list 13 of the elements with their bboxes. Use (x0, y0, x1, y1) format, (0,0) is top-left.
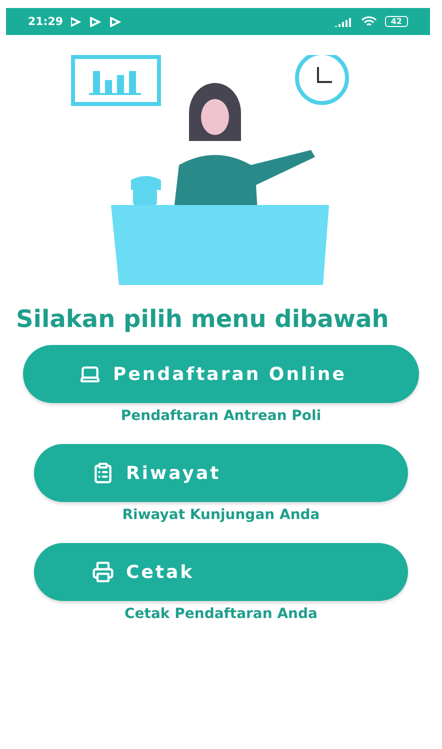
menu-heading: Silakan pilih menu dibawah (15, 305, 389, 333)
status-time: 21:29 (28, 15, 64, 28)
menu-caption: Cetak Pendaftaran Anda (124, 606, 318, 622)
clipboard-icon (92, 462, 114, 484)
play-icons (71, 16, 124, 26)
menu-caption: Pendaftaran Antrean Poli (120, 408, 322, 424)
wifi-icon (360, 16, 377, 28)
menu-button[interactable]: Cetak (34, 543, 408, 601)
printer-icon (92, 561, 114, 583)
menu-button[interactable]: Riwayat (34, 444, 408, 502)
menu-button[interactable]: Pendaftaran Online (23, 345, 419, 403)
battery-indicator: 42 (384, 16, 408, 27)
menu-caption: Riwayat Kunjungan Anda (122, 507, 320, 523)
